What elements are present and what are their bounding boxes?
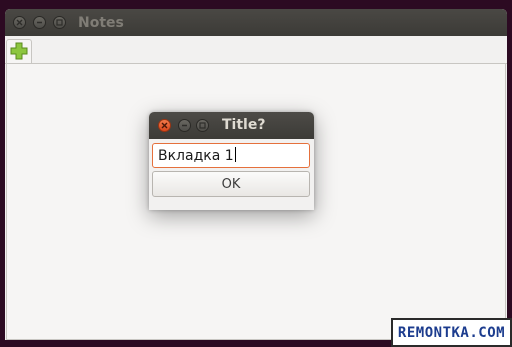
dialog-title: Title? [222, 117, 266, 133]
watermark-text: REMONTKA.COM [397, 324, 506, 341]
title-input-value: Вкладка 1 [158, 148, 234, 164]
plus-icon [10, 42, 28, 60]
tab-bar [5, 36, 507, 64]
close-icon [16, 19, 23, 26]
title-dialog: Title? Вкладка 1 OK [149, 112, 314, 210]
dialog-titlebar[interactable]: Title? [149, 112, 314, 139]
dialog-close-button[interactable] [158, 119, 171, 132]
text-caret [234, 147, 236, 162]
title-input[interactable]: Вкладка 1 [152, 143, 310, 168]
minimize-icon [182, 124, 187, 127]
maximize-icon [56, 19, 63, 26]
ok-button[interactable]: OK [152, 171, 310, 197]
add-tab-button[interactable] [6, 39, 32, 63]
maximize-icon [199, 122, 206, 129]
dialog-minimize-button[interactable] [178, 119, 191, 132]
watermark-logo: REMONTKA.COM [391, 318, 512, 347]
ok-button-label: OK [221, 176, 241, 192]
window-titlebar[interactable]: Notes [5, 9, 507, 36]
close-icon [161, 122, 168, 129]
minimize-icon [37, 21, 42, 24]
minimize-window-button[interactable] [33, 16, 46, 29]
window-title: Notes [78, 15, 124, 31]
close-window-button[interactable] [13, 16, 26, 29]
maximize-window-button[interactable] [53, 16, 66, 29]
dialog-maximize-button[interactable] [196, 119, 209, 132]
